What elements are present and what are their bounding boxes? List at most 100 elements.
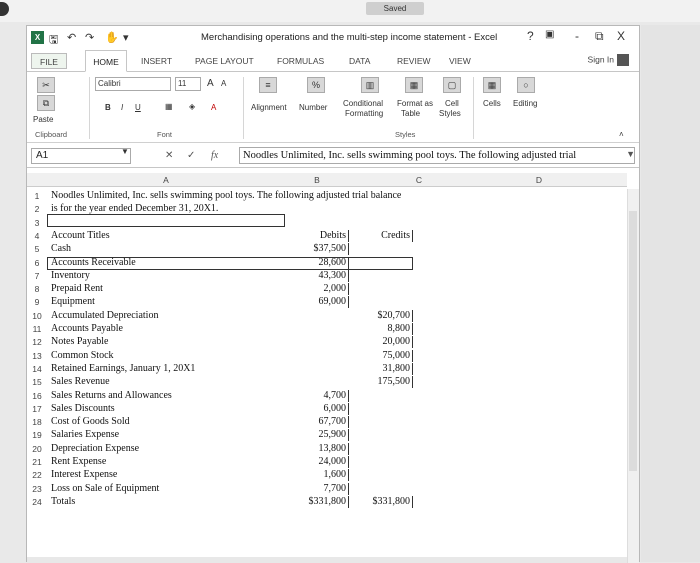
editing-button[interactable]: Editing — [513, 99, 537, 108]
collapse-ribbon-icon[interactable]: ˄ — [619, 130, 624, 139]
table-row[interactable]: 19 Salaries Expense 25,900 — [27, 429, 627, 442]
cell-credit[interactable]: 75,000 — [349, 349, 413, 362]
fill-color-icon[interactable]: ◈ — [189, 102, 195, 111]
table-row[interactable]: 7 Inventory 43,300 — [27, 269, 627, 282]
table-row[interactable]: 16 Sales Returns and Allowances 4,700 — [27, 389, 627, 402]
cell-credit[interactable]: $20,700 — [349, 309, 413, 322]
touch-mode-icon[interactable]: ✋ — [105, 31, 119, 44]
italic-button[interactable]: I — [121, 103, 123, 112]
table-row[interactable]: 8 Prepaid Rent 2,000 — [27, 283, 627, 296]
cell-account-title[interactable]: Common Stock — [51, 350, 114, 362]
table-row[interactable]: 13 Common Stock 75,000 — [27, 349, 627, 362]
cell-debit[interactable]: 28,600 — [285, 256, 349, 269]
row-number[interactable]: 4 — [31, 230, 43, 242]
format-as-table-icon[interactable]: ▦ — [405, 77, 423, 93]
tab-view[interactable]: VIEW — [449, 56, 471, 66]
number-button[interactable]: Number — [299, 103, 327, 112]
table-row[interactable]: 1 Noodles Unlimited, Inc. sells swimming … — [27, 190, 627, 202]
bold-button[interactable]: B — [105, 103, 111, 112]
font-size-select[interactable]: 11 — [175, 77, 201, 91]
table-row[interactable]: 2 is for the year ended December 31, 20X1… — [27, 203, 627, 215]
row-number[interactable]: 9 — [31, 296, 43, 308]
table-row[interactable]: 18 Cost of Goods Sold 67,700 — [27, 416, 627, 429]
table-row[interactable]: 3 — [27, 217, 627, 229]
cell-account-title[interactable]: Inventory — [51, 270, 90, 282]
cell-account-title[interactable]: Account Titles — [51, 230, 110, 242]
ribbon-display-icon[interactable]: ▣ — [545, 29, 554, 40]
cell-debit[interactable]: 7,700 — [285, 482, 349, 495]
table-label[interactable]: Table — [401, 109, 420, 118]
sign-in-link[interactable]: Sign In — [588, 54, 629, 66]
row-number[interactable]: 21 — [31, 456, 43, 468]
table-row[interactable]: 24 Totals $331,800 $331,800 — [27, 495, 627, 508]
cell-debit[interactable]: 13,800 — [285, 442, 349, 455]
restore-button[interactable]: ⧉ — [595, 29, 604, 44]
row-number[interactable]: 12 — [31, 336, 43, 348]
shrink-font-button[interactable]: A — [221, 79, 226, 88]
alignment-button[interactable]: Alignment — [251, 103, 287, 112]
row-number[interactable]: 2 — [31, 203, 43, 215]
cell-account-title[interactable]: Interest Expense — [51, 469, 117, 481]
cell-debit[interactable]: 43,300 — [285, 269, 349, 282]
horizontal-scrollbar[interactable] — [27, 557, 627, 563]
row-number[interactable]: 3 — [31, 217, 43, 229]
undo-icon[interactable]: ↶ — [67, 31, 76, 44]
name-box[interactable]: A1 — [31, 148, 131, 164]
tab-review[interactable]: REVIEW — [397, 56, 431, 66]
save-icon[interactable]: 🖫 — [49, 31, 58, 50]
chevron-down-icon[interactable]: ▼ — [121, 147, 129, 156]
cell-credit[interactable]: 175,500 — [349, 376, 413, 389]
copy-icon[interactable]: ⧉ — [37, 95, 55, 111]
table-row[interactable]: 5 Cash $37,500 — [27, 243, 627, 256]
cell-debit[interactable]: 2,000 — [285, 283, 349, 296]
cells-icon[interactable]: ▦ — [483, 77, 501, 93]
font-name-select[interactable]: Calibri — [95, 77, 171, 91]
cell-credit[interactable]: 31,800 — [349, 362, 413, 375]
table-row[interactable]: 21 Rent Expense 24,000 — [27, 456, 627, 468]
row-number[interactable]: 11 — [31, 323, 43, 335]
cell-debit[interactable]: 25,900 — [285, 429, 349, 442]
column-header-d[interactable]: D — [489, 173, 589, 187]
close-button[interactable]: X — [617, 29, 625, 43]
help-icon[interactable]: ? — [527, 29, 534, 43]
format-as-label[interactable]: Format as — [397, 99, 433, 108]
cell-debit[interactable]: 67,700 — [285, 416, 349, 429]
cell-account-title[interactable]: is for the year ended December 31, 20X1. — [51, 203, 218, 215]
row-number[interactable]: 24 — [31, 496, 43, 508]
tab-formulas[interactable]: FORMULAS — [277, 56, 324, 66]
formatting-label[interactable]: Formatting — [345, 109, 383, 118]
font-color-button[interactable]: A — [211, 103, 216, 112]
cell-debit[interactable]: 69,000 — [285, 296, 349, 309]
column-header-c[interactable]: C — [349, 173, 489, 187]
cell-account-title[interactable]: Cost of Goods Sold — [51, 416, 130, 428]
row-number[interactable]: 14 — [31, 363, 43, 375]
cell-credit[interactable]: 20,000 — [349, 336, 413, 349]
table-row[interactable]: 23 Loss on Sale of Equipment 7,700 — [27, 482, 627, 495]
cell-account-title[interactable]: Sales Discounts — [51, 403, 115, 415]
table-row[interactable]: 12 Notes Payable 20,000 — [27, 336, 627, 349]
cell-debit[interactable]: 24,000 — [285, 456, 349, 468]
excel-app-icon[interactable]: X — [31, 31, 44, 44]
cell-debit[interactable]: 6,000 — [285, 402, 349, 415]
redo-icon[interactable]: ↷ — [85, 31, 94, 44]
row-number[interactable]: 17 — [31, 403, 43, 415]
alignment-icon[interactable]: ≡ — [259, 77, 277, 93]
scrollbar-thumb[interactable] — [629, 211, 637, 471]
table-row[interactable]: 22 Interest Expense 1,600 — [27, 469, 627, 482]
cell-label[interactable]: Cell — [445, 99, 459, 108]
row-number[interactable]: 16 — [31, 390, 43, 402]
cell-account-title[interactable]: Notes Payable — [51, 336, 109, 348]
cell-account-title[interactable]: Retained Earnings, January 1, 20X1 — [51, 363, 195, 375]
paste-button[interactable]: Paste — [33, 115, 53, 124]
table-row[interactable]: 10 Accumulated Depreciation $20,700 — [27, 309, 627, 322]
table-row[interactable]: 6 Accounts Receivable 28,600 — [27, 256, 627, 269]
row-number[interactable]: 8 — [31, 283, 43, 295]
row-number[interactable]: 1 — [31, 190, 43, 202]
table-row[interactable]: 4 Account Titles Debits Credits — [27, 229, 627, 242]
row-number[interactable]: 20 — [31, 443, 43, 455]
cut-icon[interactable]: ✂ — [37, 77, 55, 93]
row-number[interactable]: 19 — [31, 429, 43, 441]
cell-account-title[interactable]: Accumulated Depreciation — [51, 310, 158, 322]
row-number[interactable]: 15 — [31, 376, 43, 388]
cell-account-title[interactable]: Rent Expense — [51, 456, 106, 468]
